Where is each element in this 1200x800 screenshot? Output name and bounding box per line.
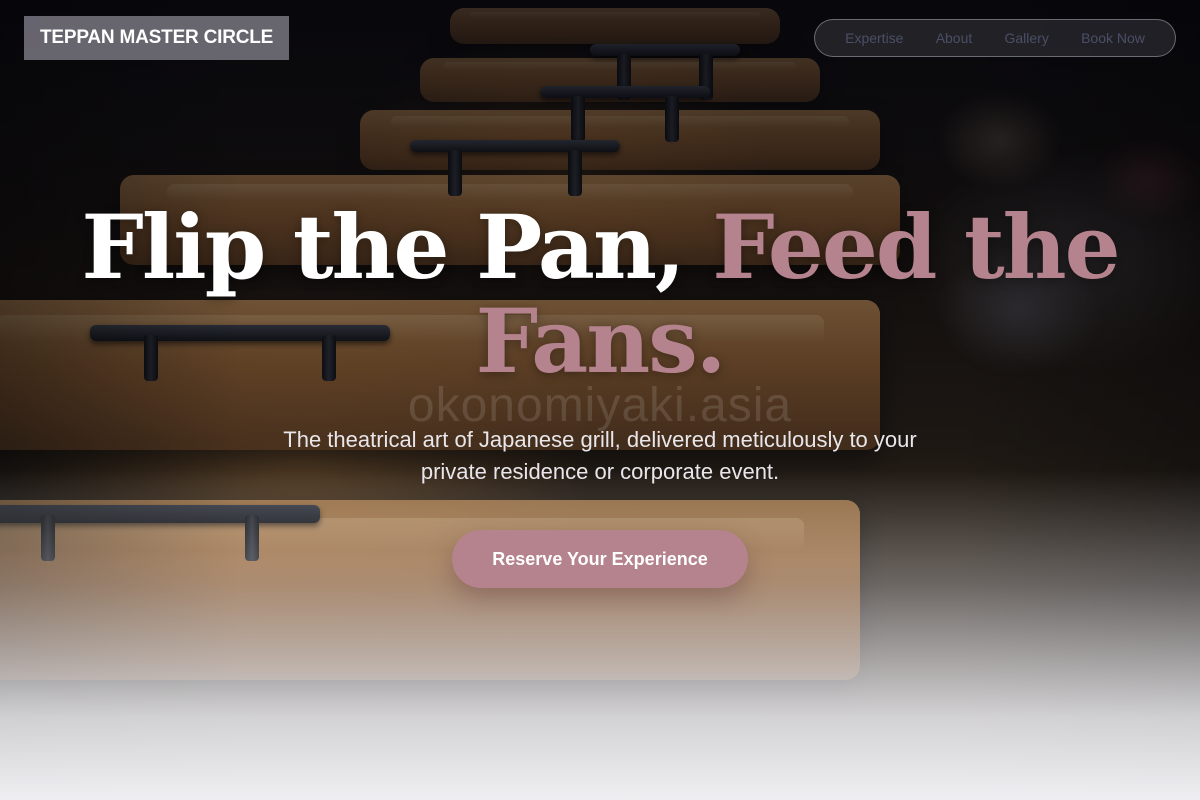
nav-link-gallery[interactable]: Gallery <box>1005 30 1049 46</box>
nav-link-about[interactable]: About <box>936 30 973 46</box>
nav-link-book-now[interactable]: Book Now <box>1081 30 1145 46</box>
hero-headline: Flip the Pan, Feed the Fans. <box>0 200 1200 388</box>
main-navigation: Expertise About Gallery Book Now <box>814 19 1176 57</box>
headline-main: Flip the Pan, <box>81 195 713 299</box>
reserve-experience-button[interactable]: Reserve Your Experience <box>452 530 748 588</box>
nav-link-expertise[interactable]: Expertise <box>845 30 903 46</box>
site-logo[interactable]: TEPPAN MASTER CIRCLE <box>24 16 290 60</box>
hero-section: okonomiyaki.asia Flip the Pan, Feed the … <box>0 200 1200 588</box>
landing-page: TEPPAN MASTER CIRCLE Expertise About Gal… <box>0 0 1200 800</box>
watermark-text: okonomiyaki.asia <box>407 379 793 432</box>
hero-subtitle: The theatrical art of Japanese grill, de… <box>283 427 917 484</box>
